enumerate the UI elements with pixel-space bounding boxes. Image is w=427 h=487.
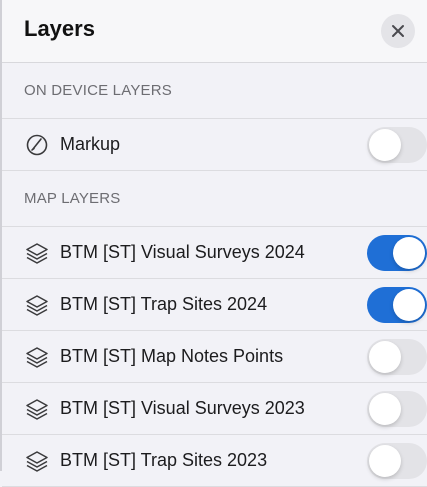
layers-icon xyxy=(24,344,50,370)
markup-icon xyxy=(24,132,50,158)
toggle-knob xyxy=(369,341,401,373)
close-button[interactable] xyxy=(381,14,415,48)
layer-toggle-trap-sites-2024[interactable] xyxy=(367,287,427,323)
layer-toggle-map-notes-points[interactable] xyxy=(367,339,427,375)
toggle-knob xyxy=(369,393,401,425)
toggle-knob xyxy=(369,445,401,477)
toggle-knob xyxy=(393,289,425,321)
toggle-knob xyxy=(369,129,401,161)
layer-label: BTM [ST] Visual Surveys 2024 xyxy=(60,242,305,262)
layer-toggle-trap-sites-2023[interactable] xyxy=(367,443,427,479)
panel-header: Layers xyxy=(2,0,427,63)
layer-row-map-notes-points[interactable]: BTM [ST] Map Notes Points xyxy=(2,331,427,383)
layers-icon xyxy=(24,396,50,422)
layers-icon xyxy=(24,240,50,266)
close-icon xyxy=(392,25,404,37)
layer-label: BTM [ST] Map Notes Points xyxy=(60,346,284,366)
layer-label: BTM [ST] Trap Sites 2024 xyxy=(60,294,268,314)
toggle-knob xyxy=(393,237,425,269)
layer-row-visual-surveys-2023[interactable]: BTM [ST] Visual Surveys 2023 xyxy=(2,383,427,435)
layer-row-visual-surveys-2024[interactable]: BTM [ST] Visual Surveys 2024 xyxy=(2,227,427,279)
layer-row-markup[interactable]: Markup xyxy=(2,119,427,171)
layer-row-trap-sites-2023[interactable]: BTM [ST] Trap Sites 2023 xyxy=(2,435,427,487)
layer-toggle-visual-surveys-2024[interactable] xyxy=(367,235,427,271)
on-device-layers-header: ON DEVICE LAYERS xyxy=(2,63,427,119)
layer-label: BTM [ST] Visual Surveys 2023 xyxy=(60,398,305,418)
map-layers-header: MAP LAYERS xyxy=(2,171,427,227)
layer-row-trap-sites-2024[interactable]: BTM [ST] Trap Sites 2024 xyxy=(2,279,427,331)
layer-toggle-visual-surveys-2023[interactable] xyxy=(367,391,427,427)
layer-label: BTM [ST] Trap Sites 2023 xyxy=(60,450,268,470)
layers-icon xyxy=(24,448,50,474)
layers-panel: Layers ON DEVICE LAYERS Markup MAP LAYER… xyxy=(0,0,427,487)
layer-label: Markup xyxy=(60,134,121,154)
panel-title: Layers xyxy=(24,16,95,41)
layer-toggle-markup[interactable] xyxy=(367,127,427,163)
layers-icon xyxy=(24,292,50,318)
